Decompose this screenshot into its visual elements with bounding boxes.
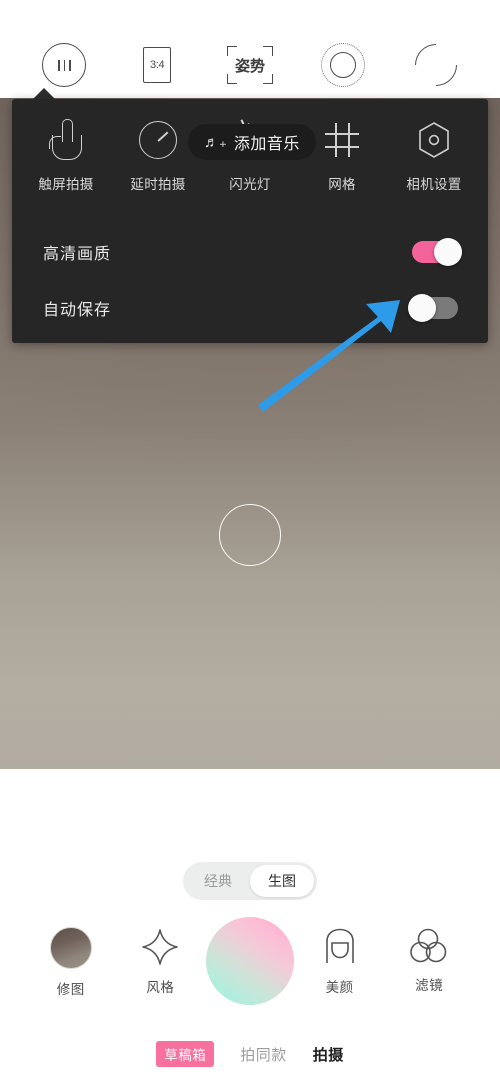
camera-lower-controls: 经典 生图 修图 风格 美颜 滤镜 草稿箱 拍同款 拍摄	[0, 769, 500, 1083]
camera-action-row: 修图 风格 美颜 滤镜	[0, 917, 500, 1005]
setting-label: 自动保存	[43, 302, 112, 319]
quick-item-label: 闪光灯	[229, 177, 271, 192]
toggle-knob	[434, 238, 462, 266]
mode-segmented-control[interactable]: 经典 生图	[183, 862, 317, 900]
topbar-pose-button[interactable]: 姿势	[224, 41, 276, 89]
ratio-icon: 3:4	[143, 47, 172, 83]
panel-caret-icon	[33, 88, 55, 99]
camera-app-screen: 3:4 姿势 触屏拍摄 延时拍摄 闪光灯 网格 相机设置 ♬₊ 添加音乐 高清画…	[0, 0, 500, 1083]
action-edit-photo[interactable]: 修图	[33, 927, 109, 998]
tab-drafts[interactable]: 草稿箱	[156, 1041, 215, 1067]
quick-item-label: 触屏拍摄	[38, 177, 94, 192]
action-filters[interactable]: 滤镜	[391, 927, 467, 994]
topbar-flip-camera-button[interactable]	[405, 35, 466, 95]
camera-topbar: 3:4 姿势	[0, 0, 500, 98]
timer-icon	[139, 121, 177, 159]
add-music-label: 添加音乐	[233, 136, 300, 153]
quick-item-label: 网格	[328, 177, 356, 192]
camera-settings-panel: 触屏拍摄 延时拍摄 × 闪光灯	[12, 99, 488, 343]
add-music-pill-button[interactable]: ♬₊ 添加音乐	[188, 124, 316, 160]
music-note-plus-icon: ♬₊	[204, 133, 227, 151]
action-beauty[interactable]: 美颜	[302, 927, 378, 996]
camera-hex-icon	[415, 120, 453, 160]
bottom-tab-bar: 草稿箱 拍同款 拍摄	[0, 1041, 500, 1067]
mode-option-raw[interactable]: 生图	[250, 865, 314, 897]
focus-ring	[219, 504, 281, 566]
quick-item-touch-shoot[interactable]: 触屏拍摄	[22, 117, 110, 193]
setting-row-hd-quality[interactable]: 高清画质	[12, 225, 488, 279]
auto-save-toggle[interactable]	[408, 294, 458, 322]
action-shutter[interactable]	[205, 917, 294, 1005]
quick-item-camera-settings[interactable]: 相机设置	[390, 117, 478, 193]
tab-shoot-same[interactable]: 拍同款	[240, 1044, 287, 1065]
quick-settings-row: 触屏拍摄 延时拍摄 × 闪光灯	[12, 99, 488, 193]
action-label: 风格	[146, 980, 175, 995]
filters-circles-icon	[408, 927, 450, 965]
pose-label: 姿势	[234, 57, 265, 75]
tab-shoot[interactable]: 拍摄	[313, 1044, 344, 1065]
quick-item-grid[interactable]: 网格	[298, 117, 386, 193]
toggle-knob	[408, 294, 436, 322]
quick-item-label: 相机设置	[406, 177, 462, 192]
action-label: 修图	[56, 982, 85, 997]
photo-thumbnail-icon	[49, 927, 92, 969]
shutter-button-icon[interactable]	[205, 917, 294, 1005]
action-label: 滤镜	[415, 978, 444, 993]
sparkle-diamond-icon	[140, 927, 180, 967]
setting-row-auto-save[interactable]: 自动保存	[12, 281, 488, 335]
action-label: 美颜	[325, 980, 354, 995]
hd-quality-toggle[interactable]	[412, 238, 462, 266]
topbar-beauty-button[interactable]	[317, 41, 369, 89]
dot-ring-icon	[320, 43, 365, 87]
ratio-label: 3:4	[149, 59, 165, 71]
action-style[interactable]: 风格	[122, 927, 198, 996]
quick-item-timer[interactable]: 延时拍摄	[114, 117, 202, 193]
pose-frame-icon: 姿势	[226, 46, 273, 84]
sliders-circle-icon	[42, 43, 87, 87]
grid-icon	[325, 123, 359, 157]
topbar-aspect-ratio-button[interactable]: 3:4	[131, 41, 183, 89]
topbar-settings-button[interactable]	[38, 41, 90, 89]
setting-label: 高清画质	[43, 246, 112, 263]
camera-flip-icon	[405, 35, 466, 95]
face-beauty-icon	[320, 927, 360, 967]
quick-item-label: 延时拍摄	[130, 177, 186, 192]
mode-option-classic[interactable]: 经典	[186, 865, 250, 897]
hand-tap-icon	[49, 119, 83, 161]
